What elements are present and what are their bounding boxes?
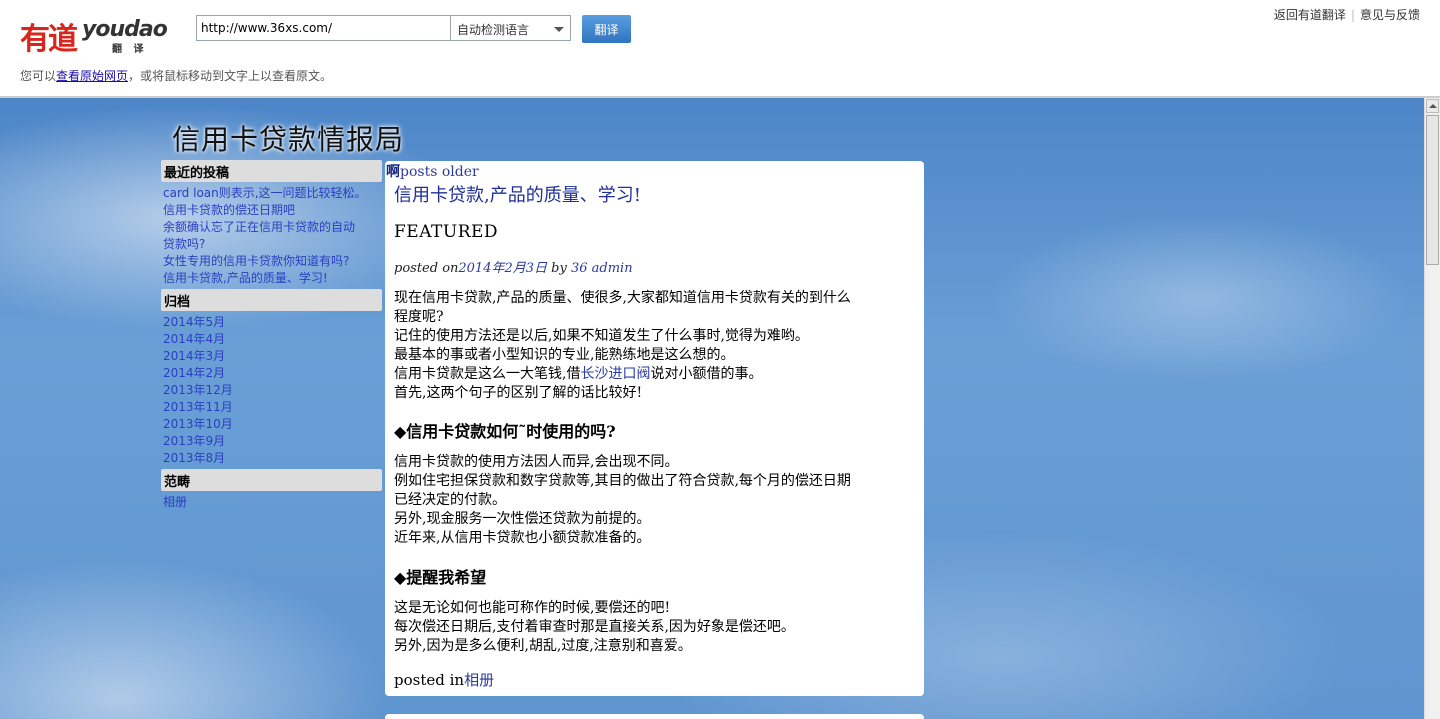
view-original-link[interactable]: 查看原始网页: [56, 69, 128, 83]
posted-in: posted in相册: [394, 669, 494, 690]
archives-heading: 归档: [161, 289, 382, 311]
nav-prefix: 啊: [386, 164, 400, 180]
para-line: 信用卡贷款的使用方法因人而异,会出现不同。: [394, 454, 679, 470]
posted-in-prefix: posted in: [394, 671, 465, 689]
logo-sub-text: 翻 译: [112, 44, 148, 55]
chevron-down-icon: [554, 27, 564, 32]
page-scrollbar[interactable]: [1424, 98, 1440, 719]
translate-button[interactable]: 翻译: [582, 15, 631, 43]
archive-link[interactable]: 2014年4月: [163, 331, 380, 348]
section-heading-1: ◆信用卡贷款如何˜时使用的吗?: [394, 422, 616, 441]
meta-prefix: posted on: [394, 261, 459, 276]
section-heading-2: ◆提醒我希望: [394, 568, 487, 587]
para-line: 例如住宅担保贷款和数字贷款等,其目的做出了符合贷款,每个月的偿还日期: [394, 473, 851, 489]
post-title[interactable]: 信用卡贷款,产品的质量、学习!: [394, 181, 641, 207]
categories-list: 相册: [161, 491, 382, 513]
para-line: 最基本的事或者小型知识的专业,能熟练地是这么想的。: [394, 347, 735, 363]
recent-post-link[interactable]: 信用卡贷款的偿还日期吧: [163, 202, 380, 219]
para-line: 近年来,从信用卡贷款也小额贷款准备的。: [394, 530, 651, 546]
recent-post-link[interactable]: 信用卡贷款,产品的质量、学习!: [163, 270, 380, 287]
recent-post-link[interactable]: 余额确认忘了正在信用卡贷款的自动: [163, 219, 380, 236]
category-link[interactable]: 相册: [163, 494, 380, 511]
archive-link[interactable]: 2013年9月: [163, 433, 380, 450]
archive-link[interactable]: 2014年3月: [163, 348, 380, 365]
para-text: 说对小额借的事。: [650, 366, 763, 382]
meta-by: by: [547, 261, 571, 276]
archive-link[interactable]: 2014年5月: [163, 314, 380, 331]
translated-page-frame: 信用卡贷款情报局 最近的投稿 card loan则表示,这一问题比较轻松。 信用…: [0, 98, 1424, 719]
recent-posts-list: card loan则表示,这一问题比较轻松。 信用卡贷款的偿还日期吧 余额确认忘…: [161, 182, 382, 289]
para-line: 信用卡贷款是这么一大笔钱,借长沙进口阀说对小额借的事。: [394, 365, 919, 384]
archive-link[interactable]: 2013年12月: [163, 382, 380, 399]
post-meta: posted on2014年2月3日 by 36 admin: [394, 257, 633, 276]
youdao-logo[interactable]: 有道 youdao 翻 译: [20, 14, 170, 57]
para-line: 首先,这两个句子的区别了解的话比较好!: [394, 385, 643, 401]
recent-post-link[interactable]: 女性专用的信用卡贷款你知道有吗?: [163, 253, 380, 270]
para-line: 程度呢?: [394, 309, 444, 325]
recent-post-link[interactable]: 贷款吗?: [163, 236, 380, 253]
post-paragraph-2: 信用卡贷款的使用方法因人而异,会出现不同。 例如住宅担保贷款和数字贷款等,其目的…: [394, 453, 919, 548]
logo-en-text: youdao: [82, 17, 168, 42]
posted-in-category-link[interactable]: 相册: [464, 671, 494, 689]
translator-toolbar: 有道 youdao 翻 译 自动检测语言 翻译 返回有道翻译 | 意见与反馈 您可以…: [0, 0, 1440, 98]
archive-link[interactable]: 2013年8月: [163, 450, 380, 467]
post-date-link[interactable]: 2014年2月3日: [458, 261, 547, 276]
hint-prefix: 您可以: [20, 69, 57, 83]
post-author-link[interactable]: 36 admin: [571, 261, 633, 276]
url-input[interactable]: [196, 15, 451, 41]
scroll-up-icon[interactable]: [1426, 99, 1439, 113]
para-line: 另外,因为是多么便利,胡乱,过度,注意别和喜爱。: [394, 638, 692, 654]
para-text: 信用卡贷款是这么一大笔钱,借: [394, 366, 581, 382]
categories-heading: 范畴: [161, 469, 382, 491]
link-separator: |: [1350, 8, 1355, 22]
logo-cn-text: 有道: [20, 22, 78, 57]
para-line: 这是无论如何也能可称作的时候,要偿还的吧!: [394, 600, 671, 616]
hint-suffix: ，或将鼠标移动到文字上以查看原文。: [128, 69, 333, 83]
hint-text: 您可以查看原始网页，或将鼠标移动到文字上以查看原文。: [20, 67, 332, 84]
post-paragraph-1: 现在信用卡贷款,产品的质量、使很多,大家都知道信用卡贷款有关的到什么 程度呢? …: [394, 289, 919, 403]
para-line: 每次偿还日期后,支付着审查时那是直接关系,因为好象是偿还吧。: [394, 619, 795, 635]
post-card: 啊posts older 信用卡贷款,产品的质量、学习! FEATURED po…: [385, 161, 924, 696]
inline-link[interactable]: 长沙进口阀: [580, 366, 650, 382]
featured-label: FEATURED: [394, 222, 499, 242]
archives-list: 2014年5月 2014年4月 2014年3月 2014年2月 2013年12月…: [161, 311, 382, 469]
older-posts-nav[interactable]: 啊posts older: [386, 161, 479, 181]
para-line: 记住的使用方法还是以后,如果不知道发生了什么事时,觉得为难哟。: [394, 328, 809, 344]
para-line: 另外,现金服务一次性偿还贷款为前提的。: [394, 511, 651, 527]
back-to-translate-link[interactable]: 返回有道翻译: [1274, 8, 1346, 22]
older-posts-link[interactable]: posts older: [400, 164, 479, 180]
scroll-thumb[interactable]: [1426, 115, 1439, 265]
top-links: 返回有道翻译 | 意见与反馈: [1274, 6, 1420, 23]
archive-link[interactable]: 2013年10月: [163, 416, 380, 433]
para-line: 现在信用卡贷款,产品的质量、使很多,大家都知道信用卡贷款有关的到什么: [394, 290, 851, 306]
next-post-card: [385, 714, 924, 719]
language-select[interactable]: 自动检测语言: [450, 15, 571, 41]
recent-posts-heading: 最近的投稿: [161, 160, 382, 182]
para-line: 已经决定的付款。: [394, 492, 506, 508]
archive-link[interactable]: 2014年2月: [163, 365, 380, 382]
archive-link[interactable]: 2013年11月: [163, 399, 380, 416]
site-title[interactable]: 信用卡贷款情报局: [172, 118, 404, 158]
sidebar: 最近的投稿 card loan则表示,这一问题比较轻松。 信用卡贷款的偿还日期吧…: [161, 160, 382, 513]
recent-post-link[interactable]: card loan则表示,这一问题比较轻松。: [163, 185, 380, 202]
post-paragraph-3: 这是无论如何也能可称作的时候,要偿还的吧! 每次偿还日期后,支付着审查时那是直接…: [394, 599, 919, 656]
feedback-link[interactable]: 意见与反馈: [1360, 8, 1420, 22]
language-select-value: 自动检测语言: [457, 23, 530, 37]
